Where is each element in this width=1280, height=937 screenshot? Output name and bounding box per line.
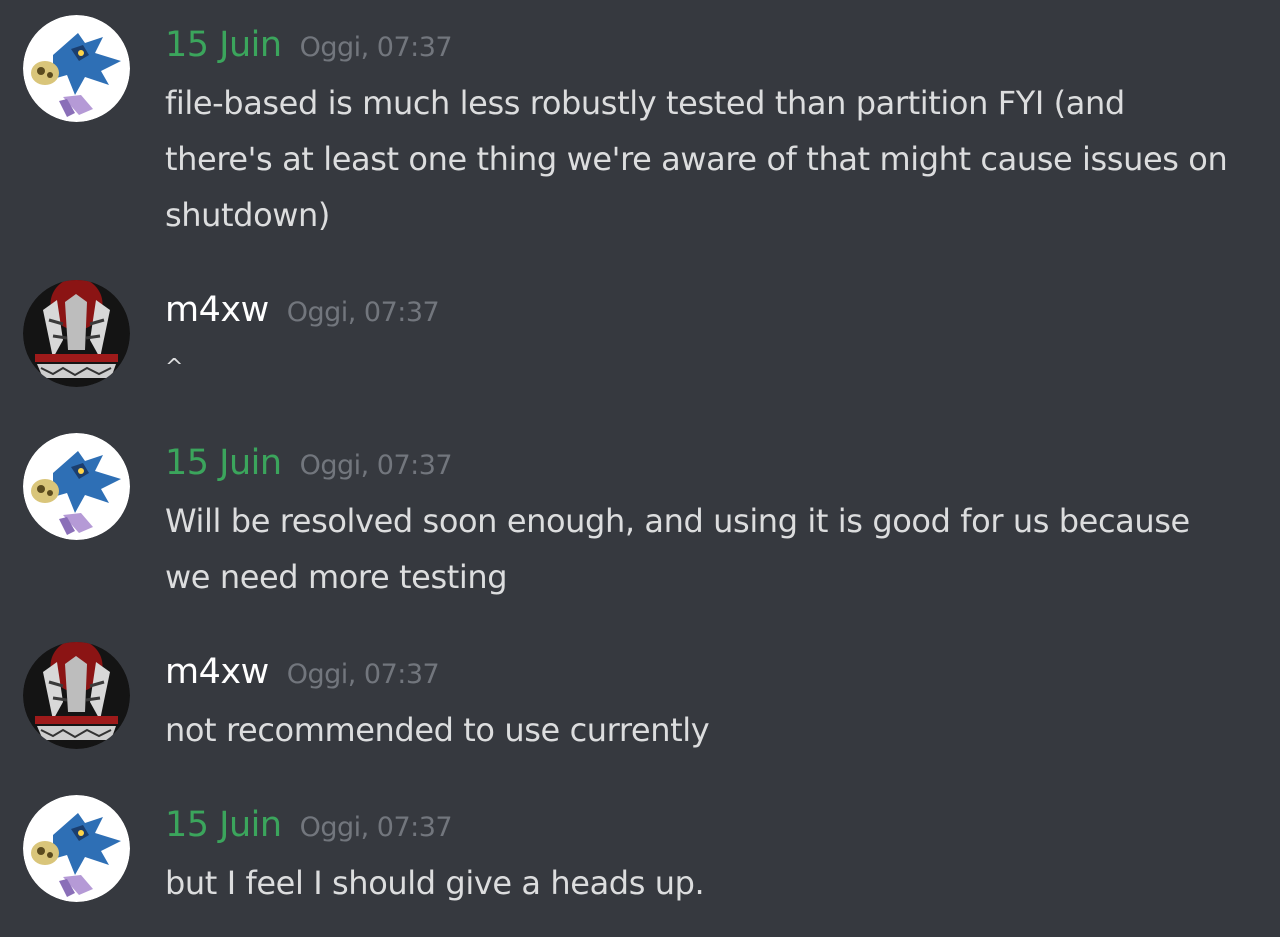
message-header: m4xw Oggi, 07:37 <box>165 280 440 340</box>
author-name[interactable]: m4xw <box>165 280 269 340</box>
chat-message-list: 15 Juin Oggi, 07:37 file-based is much l… <box>0 0 1280 937</box>
message-timestamp: Oggi, 07:37 <box>286 297 440 328</box>
message-timestamp: Oggi, 07:37 <box>299 812 453 843</box>
message-line: ^ <box>165 355 184 380</box>
message-timestamp: Oggi, 07:37 <box>299 32 453 63</box>
message-line: there's at least one thing we're aware o… <box>165 140 1228 178</box>
message-content: Will be resolved soon enough, and using … <box>165 493 1260 605</box>
blue-dragon-avatar-icon[interactable] <box>23 795 130 902</box>
message-line: Will be resolved soon enough, and using … <box>165 502 1190 540</box>
message-line: we need more testing <box>165 558 508 596</box>
message-header: m4xw Oggi, 07:37 <box>165 642 440 702</box>
message-line: shutdown) <box>165 196 331 234</box>
author-name[interactable]: 15 Juin <box>165 795 282 855</box>
message-content: file-based is much less robustly tested … <box>165 75 1260 243</box>
dark-artwork-avatar-icon[interactable] <box>23 642 130 749</box>
message-header: 15 Juin Oggi, 07:37 <box>165 15 453 75</box>
author-name[interactable]: 15 Juin <box>165 433 282 493</box>
blue-dragon-avatar-icon[interactable] <box>23 433 130 540</box>
message-line: but I feel I should give a heads up. <box>165 864 705 902</box>
message-content: ^ <box>165 340 1260 396</box>
message-header: 15 Juin Oggi, 07:37 <box>165 795 453 855</box>
author-name[interactable]: m4xw <box>165 642 269 702</box>
author-name[interactable]: 15 Juin <box>165 15 282 75</box>
message-timestamp: Oggi, 07:37 <box>299 450 453 481</box>
blue-dragon-avatar-icon[interactable] <box>23 15 130 122</box>
message-timestamp: Oggi, 07:37 <box>286 659 440 690</box>
dark-artwork-avatar-icon[interactable] <box>23 280 130 387</box>
message-line: file-based is much less robustly tested … <box>165 84 1125 122</box>
message-header: 15 Juin Oggi, 07:37 <box>165 433 453 493</box>
message-content: but I feel I should give a heads up. <box>165 855 1260 911</box>
message-content: not recommended to use currently <box>165 702 1260 758</box>
message-line: not recommended to use currently <box>165 711 710 749</box>
